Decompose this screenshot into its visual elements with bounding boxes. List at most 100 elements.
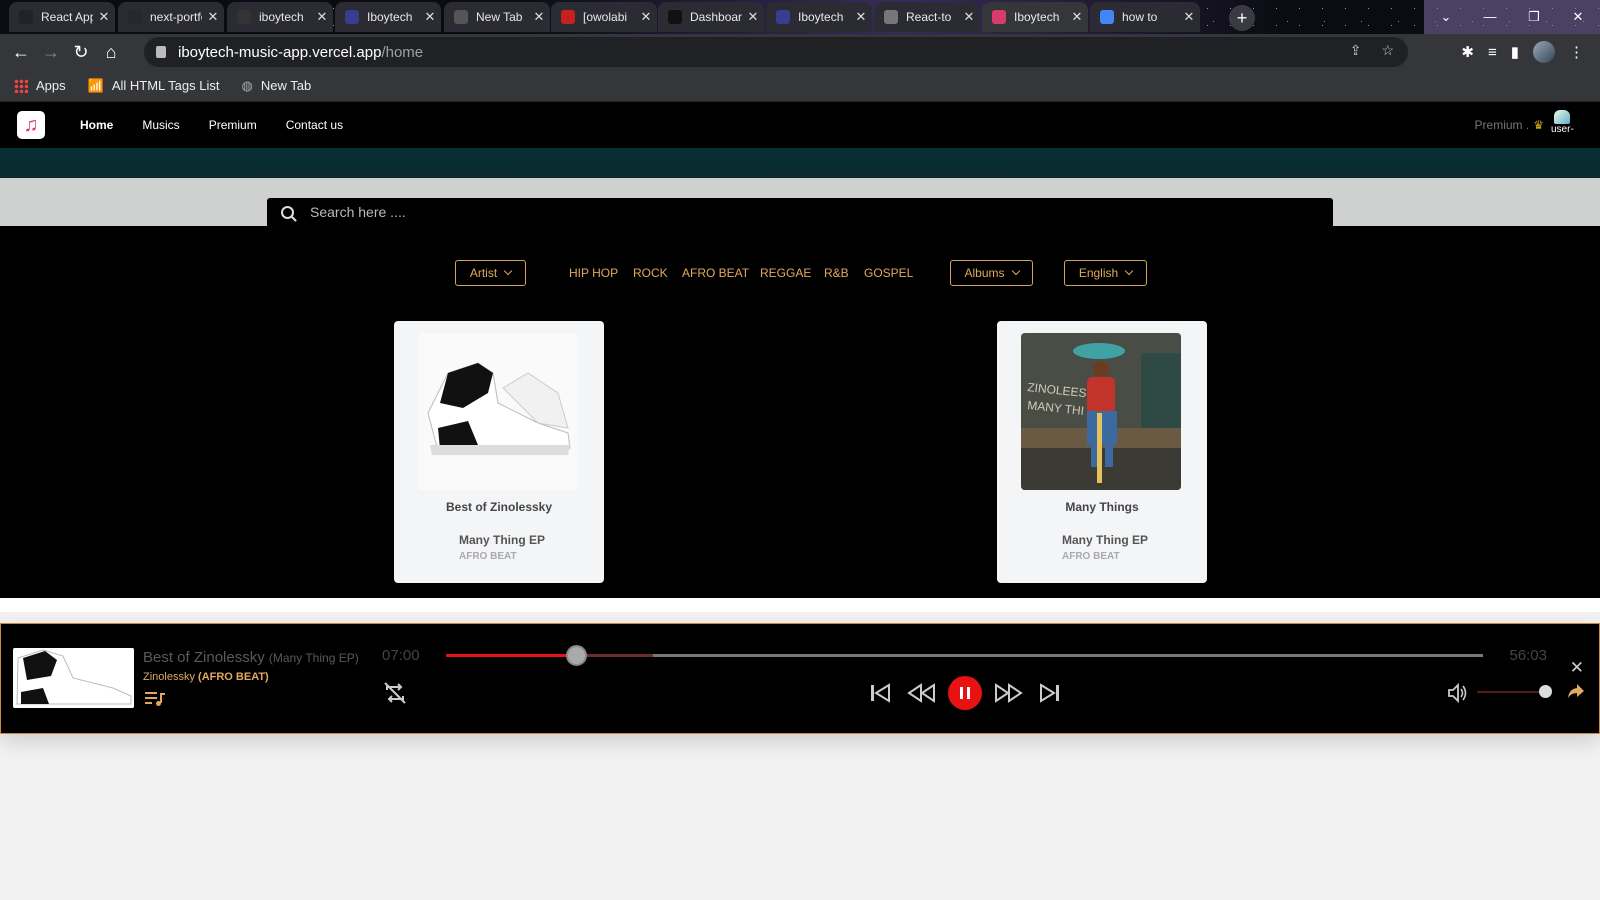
volume-slider[interactable] (1477, 685, 1552, 698)
bookmark-apps[interactable]: Apps (14, 78, 66, 93)
tab-close-icon[interactable]: ✕ (850, 9, 872, 25)
browser-tab[interactable]: Iboytech ✕ (766, 2, 872, 32)
queue-icon[interactable] (145, 691, 165, 707)
browser-tab-strip: React App✕next-portfolio✕iboytech✕Iboyte… (0, 0, 1600, 34)
browser-tab[interactable]: iboytech ✕ (227, 2, 333, 32)
progress-knob[interactable] (565, 645, 587, 666)
language-dropdown[interactable]: English (1064, 260, 1147, 286)
menu-icon[interactable]: ⋮ (1569, 43, 1584, 61)
tab-title: [owolabi (583, 10, 628, 24)
tab-close-icon[interactable]: ✕ (635, 9, 657, 25)
window-controls: ⌄ — ❐ ✕ (1424, 0, 1600, 34)
premium-badge[interactable]: Premium . ♛ (1475, 118, 1544, 132)
artist-dropdown[interactable]: Artist (455, 260, 526, 286)
content-footer-gap (0, 598, 1600, 612)
browser-tab[interactable]: Iboytech ✕ (982, 2, 1088, 32)
lock-icon (156, 46, 166, 58)
tab-close-icon[interactable]: ✕ (742, 9, 764, 25)
bookmark-html-tags[interactable]: 📶 All HTML Tags List (88, 78, 220, 94)
song-card[interactable]: ZINOLEES MANY THI Many Things Many Thing… (997, 321, 1207, 583)
song-card[interactable]: Best of Zinolessky Many Thing EP AFRO BE… (394, 321, 604, 583)
rewind-icon[interactable] (906, 680, 936, 706)
tab-close-icon[interactable]: ✕ (311, 9, 333, 25)
filter-row: Artist HIP HOP ROCK AFRO BEAT REGGAE R&B… (0, 260, 1600, 288)
tab-close-icon[interactable]: ✕ (1066, 9, 1088, 25)
omnibox[interactable]: iboytech-music-app.vercel.app/home ⇪ ☆ (144, 37, 1408, 67)
new-tab-button[interactable]: + (1229, 5, 1255, 31)
nav-contact[interactable]: Contact us (286, 118, 343, 132)
nav-home[interactable]: Home (80, 118, 113, 132)
genre-gospel[interactable]: GOSPEL (864, 266, 913, 280)
tab-favicon (884, 10, 898, 24)
browser-tab[interactable]: New Tab ✕ (444, 2, 550, 32)
pause-bar-icon (967, 687, 970, 699)
profile-avatar[interactable] (1533, 41, 1555, 63)
fast-forward-icon[interactable] (994, 680, 1024, 706)
search-bar[interactable]: Search here .... (267, 198, 1333, 226)
volume-icon[interactable] (1447, 682, 1469, 704)
bookmark-label: Apps (36, 78, 66, 93)
browser-tab[interactable]: React App ✕ (9, 2, 115, 32)
dropdown-label: English (1078, 266, 1119, 280)
tab-close-icon[interactable]: ✕ (1178, 9, 1200, 25)
tab-favicon (561, 10, 575, 24)
progress-slider[interactable] (446, 645, 1483, 666)
genre-afro-beat[interactable]: AFRO BEAT (682, 266, 749, 280)
genre-rnb[interactable]: R&B (824, 266, 849, 280)
tab-favicon (345, 10, 359, 24)
restore-button[interactable]: ❐ (1512, 0, 1556, 34)
close-icon[interactable]: ✕ (1570, 658, 1584, 678)
nav-musics[interactable]: Musics (142, 118, 179, 132)
tab-title: Iboytech (367, 10, 413, 24)
now-playing-artist: Zinolessky (AFRO BEAT) (143, 671, 269, 683)
reading-list-icon[interactable]: ≡ (1488, 44, 1497, 61)
extensions-icon[interactable]: ✱ (1461, 43, 1474, 61)
card-title: Best of Zinolessky (445, 500, 553, 514)
tab-favicon (992, 10, 1006, 24)
app-logo[interactable]: ♫ (17, 111, 45, 139)
tab-search-icon[interactable]: ⌄ (1424, 0, 1468, 34)
tab-close-icon[interactable]: ✕ (419, 9, 441, 25)
repeat-off-icon[interactable] (382, 680, 408, 706)
tab-close-icon[interactable]: ✕ (958, 9, 980, 25)
tab-close-icon[interactable]: ✕ (528, 9, 550, 25)
share-arrow-icon[interactable] (1567, 682, 1585, 700)
bookmark-new-tab[interactable]: ◍ New Tab (241, 78, 311, 94)
bookmarks-bar: Apps 📶 All HTML Tags List ◍ New Tab (0, 70, 1600, 102)
skip-previous-icon[interactable] (867, 680, 893, 706)
pause-button[interactable] (948, 676, 982, 710)
browser-tab[interactable]: Iboytech ✕ (335, 2, 441, 32)
tab-close-icon[interactable]: ✕ (93, 9, 115, 25)
forward-icon[interactable]: → (36, 42, 66, 63)
browser-tab[interactable]: React-to ✕ (874, 2, 980, 32)
nav-premium[interactable]: Premium (209, 118, 257, 132)
skip-next-icon[interactable] (1037, 680, 1063, 706)
song-album: (Many Thing EP) (268, 651, 359, 665)
now-playing-thumbnail (13, 648, 134, 708)
side-panel-icon[interactable]: ▮ (1511, 43, 1519, 61)
minimize-button[interactable]: — (1468, 0, 1512, 34)
card-genre: AFRO BEAT (459, 551, 517, 562)
browser-tab[interactable]: how to ✕ (1090, 2, 1200, 32)
share-icon[interactable]: ⇪ (1350, 42, 1362, 59)
browser-tab[interactable]: Dashboard✕ (658, 2, 764, 32)
back-icon[interactable]: ← (6, 42, 36, 63)
genre-reggae[interactable]: REGGAE (760, 266, 811, 280)
search-input[interactable]: Search here .... (310, 204, 406, 220)
tab-title: next-portfolio (150, 10, 202, 24)
close-window-button[interactable]: ✕ (1556, 0, 1600, 34)
user-menu[interactable]: user- (1551, 110, 1574, 140)
albums-dropdown[interactable]: Albums (950, 260, 1033, 286)
browser-tab[interactable]: [owolabi ✕ (551, 2, 657, 32)
music-app-page: ♫ Home Musics Premium Contact us Premium… (0, 102, 1600, 900)
url-path: /home (381, 43, 424, 61)
genre-rock[interactable]: ROCK (633, 266, 668, 280)
tab-close-icon[interactable]: ✕ (202, 9, 224, 25)
browser-tab[interactable]: next-portfolio✕ (118, 2, 224, 32)
genre-hip-hop[interactable]: HIP HOP (569, 266, 618, 280)
reload-icon[interactable]: ↻ (66, 42, 96, 63)
home-icon[interactable]: ⌂ (96, 42, 126, 63)
volume-knob[interactable] (1539, 685, 1552, 698)
bookmark-star-icon[interactable]: ☆ (1381, 42, 1394, 59)
tab-title: React-to (906, 10, 952, 24)
